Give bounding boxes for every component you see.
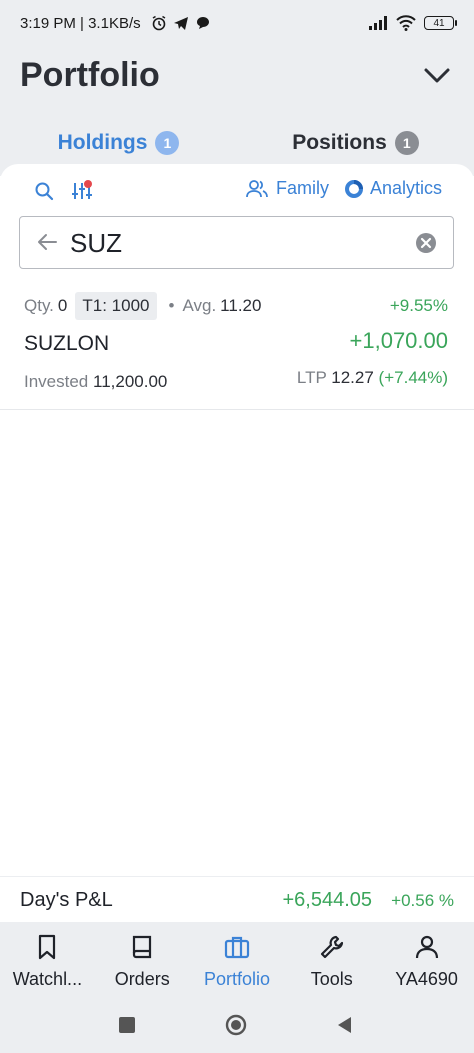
clear-icon[interactable] <box>415 232 437 254</box>
positions-count-badge: 1 <box>394 131 419 155</box>
t1-badge: T1: 1000 <box>75 292 157 320</box>
search-icon[interactable] <box>32 179 56 203</box>
nav-profile[interactable]: YA4690 <box>379 922 474 1000</box>
analytics-button[interactable]: Analytics <box>344 178 442 199</box>
family-icon <box>246 179 268 197</box>
holdings-count-badge: 1 <box>155 131 180 155</box>
day-pnl-bar[interactable]: Day's P&L +6,544.05 +0.56 % <box>0 876 474 922</box>
day-pnl-percent: +0.56 % <box>391 891 454 910</box>
system-nav-bar <box>0 1000 474 1053</box>
day-pnl-label: Day's P&L <box>20 889 113 911</box>
nav-tools-label: Tools <box>310 968 353 989</box>
search-field[interactable] <box>19 216 454 269</box>
invested-value: 11,200.00 <box>93 372 168 391</box>
recent-apps-icon[interactable] <box>116 1014 138 1036</box>
holdings-toolbar: Family Analytics <box>0 176 474 206</box>
page-title: Portfolio <box>20 56 160 94</box>
battery-icon: 41 <box>424 16 457 30</box>
invested-label: Invested <box>24 372 89 391</box>
portfolio-header: Portfolio Holdings 1 Positions 1 <box>0 46 474 176</box>
tab-positions-label: Positions <box>292 131 387 154</box>
back-arrow-icon[interactable] <box>36 231 58 253</box>
telegram-icon <box>173 17 188 30</box>
status-time: 3:19 PM | 3.1KB/s <box>20 14 141 32</box>
back-icon[interactable] <box>334 1014 356 1036</box>
nav-watchlist[interactable]: Watchl... <box>0 922 95 1000</box>
portfolio-tabs: Holdings 1 Positions 1 <box>0 120 474 170</box>
search-input[interactable] <box>70 225 400 261</box>
wrench-icon <box>320 935 343 958</box>
holding-qty-line: Qty. 0 T1: 1000 • Avg. 11.20 <box>24 292 261 320</box>
analytics-label: Analytics <box>370 178 443 198</box>
bookmark-icon <box>39 934 56 959</box>
tab-holdings[interactable]: Holdings 1 <box>0 120 237 170</box>
qty-label: Qty. <box>24 296 54 315</box>
nav-orders[interactable]: Orders <box>95 922 190 1000</box>
nav-tools[interactable]: Tools <box>284 922 379 1000</box>
home-icon[interactable] <box>225 1014 247 1036</box>
tab-positions[interactable]: Positions 1 <box>237 120 474 166</box>
signal-icon <box>369 16 387 30</box>
status-notification-icons <box>151 15 211 31</box>
holding-row[interactable]: Qty. 0 T1: 1000 • Avg. 11.20 +9.55% SUZL… <box>0 284 474 410</box>
status-right: 41 <box>368 15 457 31</box>
filter-icon[interactable] <box>70 179 94 203</box>
battery-level: 41 <box>433 17 445 29</box>
family-label: Family <box>276 178 329 198</box>
user-icon <box>415 935 438 958</box>
qty-value: 0 <box>57 296 68 315</box>
ltp-change: (+7.44%) <box>378 368 448 387</box>
analytics-icon <box>345 179 363 198</box>
nav-portfolio[interactable]: Portfolio <box>190 922 285 1000</box>
family-button[interactable]: Family <box>246 178 329 199</box>
holding-symbol: SUZLON <box>24 332 110 355</box>
tab-holdings-label: Holdings <box>57 131 148 154</box>
separator-dot: • <box>168 296 175 315</box>
nav-watchlist-label: Watchl... <box>12 968 83 989</box>
ltp-label: LTP <box>296 368 327 387</box>
wifi-icon <box>396 15 416 31</box>
briefcase-icon <box>224 936 250 958</box>
avg-value: 11.20 <box>220 296 262 315</box>
pnl-percent: +9.55% <box>389 296 448 315</box>
holdings-content: Family Analytics Qty. 0 T1: 1000 • Avg. … <box>0 164 474 875</box>
chat-icon <box>196 17 209 29</box>
pnl-value: +1,070.00 <box>349 328 448 353</box>
avg-label: Avg. <box>182 296 217 315</box>
alarm-icon <box>152 15 166 31</box>
nav-portfolio-label: Portfolio <box>203 968 271 989</box>
invested-line: Invested 11,200.00 <box>24 372 167 392</box>
nav-profile-label: YA4690 <box>395 968 458 989</box>
status-left: 3:19 PM | 3.1KB/s <box>20 15 211 32</box>
ltp-value: 12.27 <box>331 368 374 387</box>
day-pnl-value: +6,544.05 <box>282 889 372 911</box>
bottom-nav: Watchl... Orders Portfolio Tools YA4690 <box>0 922 474 1000</box>
chevron-down-icon[interactable] <box>422 64 452 88</box>
nav-orders-label: Orders <box>114 968 170 989</box>
book-icon <box>133 935 152 958</box>
ltp-line: LTP 12.27 (+7.44%) <box>297 368 448 388</box>
status-bar: 3:19 PM | 3.1KB/s 41 <box>0 0 474 46</box>
